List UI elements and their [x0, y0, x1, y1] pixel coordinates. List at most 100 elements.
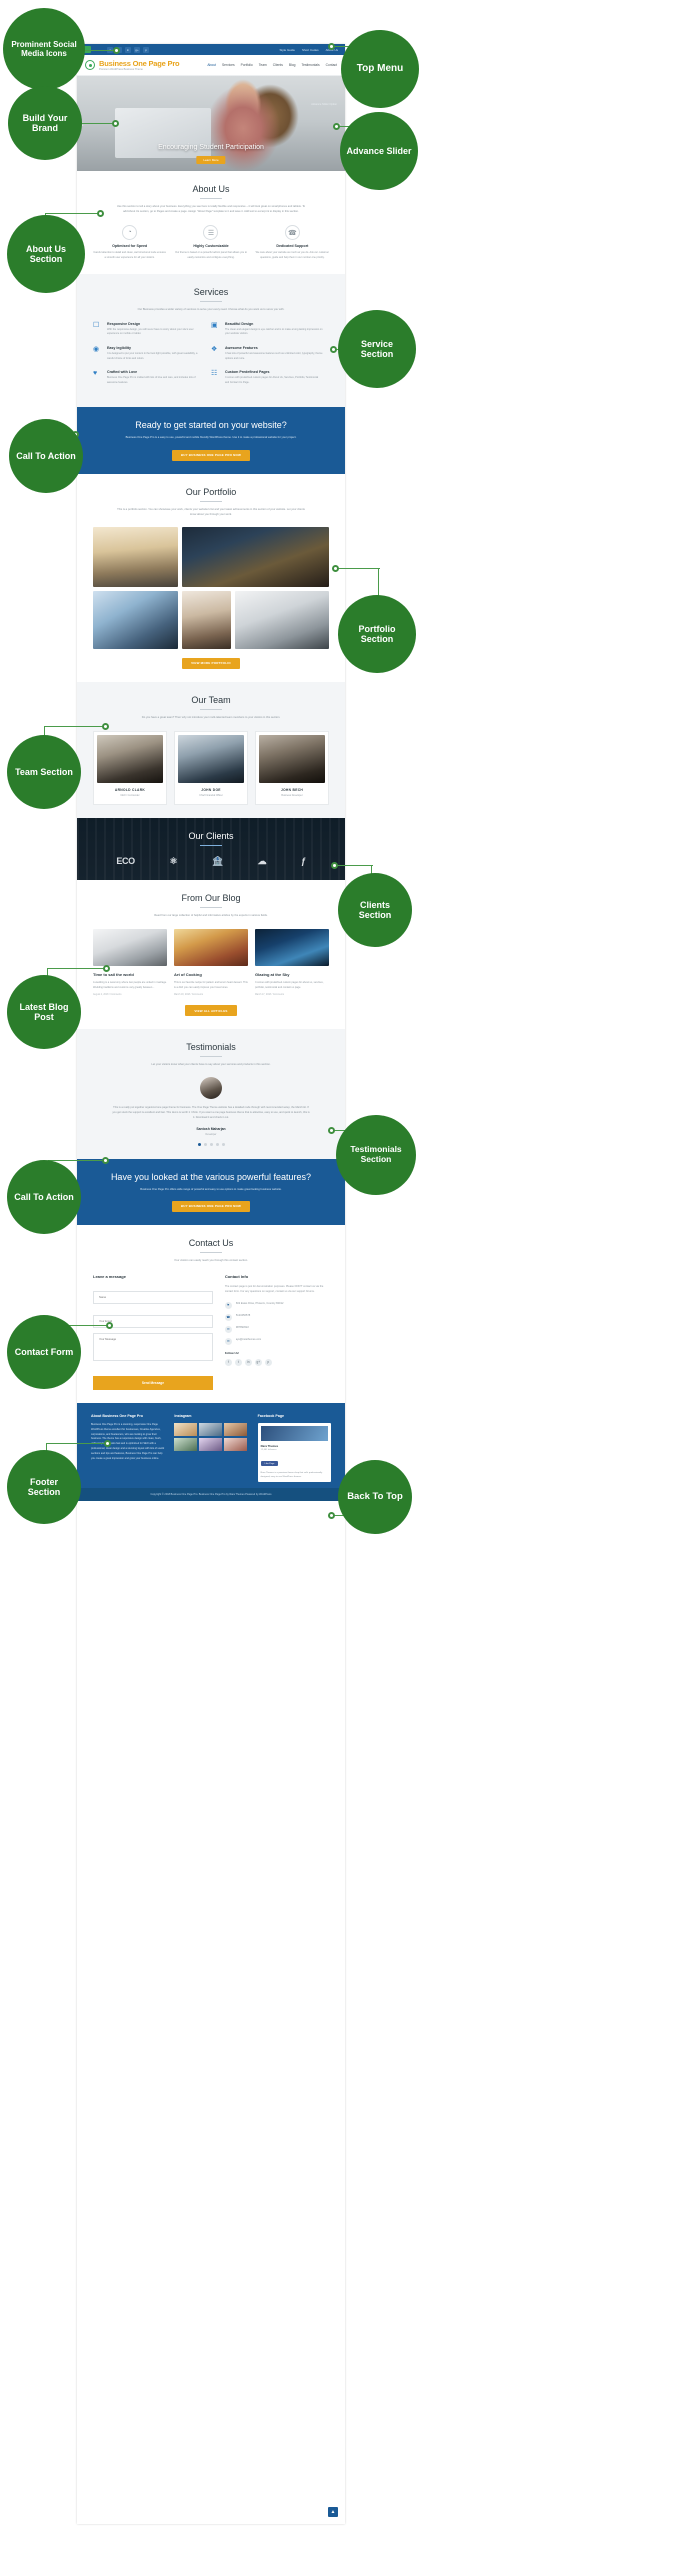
- callout-team: Team Section: [7, 735, 81, 809]
- name-field[interactable]: [93, 1290, 213, 1304]
- contact-info-text: The contact page is just for demonstrati…: [224, 1284, 324, 1293]
- team-member-card[interactable]: JOHN DOE Chief Financial Officer: [174, 730, 248, 805]
- gift-icon: ❖: [211, 345, 218, 353]
- blog-post-title[interactable]: Art of Cooking: [174, 972, 248, 977]
- instagram-thumb[interactable]: [199, 1422, 223, 1436]
- footer-instagram-heading: Instagram: [174, 1413, 192, 1418]
- portfolio-image-office[interactable]: [93, 590, 178, 649]
- blog-title: From Our Blog: [181, 892, 241, 903]
- copyright-bar: Copyright © 2018 Business One Page Pro. …: [77, 1488, 345, 1502]
- send-message-button[interactable]: Send Message: [93, 1375, 213, 1390]
- logo-icon[interactable]: [85, 60, 95, 70]
- portfolio-image-desk[interactable]: [234, 590, 329, 649]
- contact-title: Contact Us: [188, 1237, 234, 1248]
- portfolio-image-mall[interactable]: [93, 526, 178, 587]
- clients-section: Our Clients ECO ⚛ 🏦 ☁ ƒ: [77, 817, 345, 880]
- testimonial-pagination[interactable]: [93, 1142, 329, 1146]
- facebook-blurb: Rara Themes is a premium theme shop that…: [260, 1471, 323, 1478]
- site-title[interactable]: Business One Page Pro: [99, 59, 180, 68]
- top-link-style-guide[interactable]: Style Guide: [279, 48, 295, 52]
- team-grid: ARNOLD CLARK CEO / Co-founder JOHN DOE C…: [93, 730, 329, 805]
- client-logo-bank[interactable]: 🏦: [212, 856, 223, 867]
- menu-item-services[interactable]: Services: [222, 63, 235, 67]
- cta2-button[interactable]: BUY BUSINESS ONE PAGE PRO NOW: [171, 1200, 251, 1212]
- client-logo-f[interactable]: ƒ: [301, 856, 306, 866]
- menu-item-team[interactable]: Team: [259, 63, 267, 67]
- portfolio-image-city[interactable]: [181, 526, 329, 587]
- linkedin-icon[interactable]: in: [125, 46, 131, 53]
- blog-post-card[interactable]: Art of Cooking This is our favorite reci…: [174, 929, 248, 996]
- instagram-thumb[interactable]: [174, 1422, 198, 1436]
- slider-tagline: Advance Slider Option: [311, 103, 337, 106]
- blog-post-card[interactable]: Glazing at the Sky It comes with predefi…: [255, 929, 329, 996]
- testimonials-section: Testimonials Let your visitors know what…: [77, 1029, 345, 1159]
- team-member-card[interactable]: JOHN BECH Business Developer: [255, 730, 329, 805]
- portfolio-divider: [200, 500, 222, 502]
- pagination-dot[interactable]: [203, 1142, 207, 1146]
- site-branding[interactable]: Business One Page Pro Premium WordPress …: [99, 59, 180, 71]
- website-preview: f t in g+ p Style Guide Short Codes Abou…: [77, 44, 345, 2524]
- googleplus-icon[interactable]: g+: [134, 46, 140, 53]
- menu-item-blog[interactable]: Blog: [289, 63, 296, 67]
- service-item: ☷ Custom Predefined Pages It comes with …: [211, 370, 329, 394]
- portfolio-image-books[interactable]: [181, 590, 231, 649]
- instagram-thumb[interactable]: [224, 1437, 248, 1451]
- clients-logos: ECO ⚛ 🏦 ☁ ƒ: [93, 856, 329, 867]
- menu-item-about[interactable]: About: [207, 63, 216, 67]
- service-text: The clean and elegant design is eye catc…: [225, 327, 323, 336]
- slider-learn-more-button[interactable]: Learn More: [196, 156, 226, 164]
- instagram-thumb[interactable]: [174, 1437, 198, 1451]
- client-logo-eco[interactable]: ECO: [116, 856, 135, 866]
- cta1-text: Business One Page Pro is a easy to use, …: [125, 436, 297, 440]
- cta1-button[interactable]: BUY BUSINESS ONE PAGE PRO NOW: [171, 449, 251, 461]
- pinterest-icon[interactable]: p: [143, 46, 149, 53]
- team-member-photo: [259, 734, 325, 783]
- linkedin-icon[interactable]: in: [244, 1358, 252, 1366]
- menu-item-portfolio[interactable]: Portfolio: [241, 63, 253, 67]
- cta-section-1: Ready to get started on your website? Bu…: [77, 407, 345, 474]
- client-logo-soundcloud[interactable]: ☁: [258, 856, 267, 867]
- callout-testimonials: Testimonials Section: [336, 1115, 416, 1195]
- pagination-dot[interactable]: [215, 1142, 219, 1146]
- googleplus-icon[interactable]: g+: [254, 1358, 262, 1366]
- instagram-grid[interactable]: [174, 1422, 248, 1451]
- callout-social: Prominent Social Media Icons: [3, 8, 85, 90]
- pinterest-icon[interactable]: p: [264, 1358, 272, 1366]
- service-title: Crafted with Love: [107, 370, 138, 375]
- testimonial-author: Santosh Maharjan: [196, 1126, 226, 1131]
- footer-columns: About Business One Page Pro Business One…: [91, 1413, 331, 1483]
- contact-columns: Leave a message Send Message Contact Inf…: [93, 1274, 329, 1390]
- pagination-dot[interactable]: [221, 1142, 225, 1146]
- primary-menu[interactable]: About Services Portfolio Team Clients Bl…: [207, 63, 337, 67]
- callout-footer: Footer Section: [7, 1450, 81, 1524]
- about-feature-text: We care about your website as much as yo…: [255, 251, 329, 259]
- blog-post-excerpt: This is our favorite recipe for pattern …: [174, 981, 248, 989]
- portfolio-title: Our Portfolio: [185, 486, 237, 497]
- instagram-thumb[interactable]: [199, 1437, 223, 1451]
- portfolio-view-more-button[interactable]: VIEW MORE PORTFOLIO: [182, 657, 240, 669]
- menu-item-contact[interactable]: Contact: [326, 63, 337, 67]
- facebook-page-card[interactable]: Rara Themes 12,461 followers Like Page R…: [257, 1422, 331, 1483]
- twitter-icon[interactable]: t: [234, 1358, 242, 1366]
- pagination-dot[interactable]: [197, 1142, 201, 1146]
- top-link-short-codes[interactable]: Short Codes: [302, 48, 319, 52]
- facebook-icon[interactable]: f: [224, 1358, 232, 1366]
- callout-about: About Us Section: [7, 215, 85, 293]
- portfolio-grid: [93, 526, 329, 649]
- contact-divider: [200, 1251, 222, 1253]
- back-to-top-button[interactable]: ▲: [328, 2507, 338, 2517]
- client-logo-react[interactable]: ⚛: [170, 856, 178, 867]
- contact-email[interactable]: ays@rarathemes.com: [236, 1338, 261, 1343]
- blog-view-all-button[interactable]: VIEW ALL ARTICLES: [185, 1005, 237, 1017]
- contact-intro: Your visitors can easily reach you throu…: [174, 1258, 248, 1262]
- contact-social-icons[interactable]: f t in g+ p: [224, 1358, 329, 1366]
- team-member-name: JOHN BECH: [280, 787, 304, 792]
- facebook-like-button[interactable]: Like Page: [260, 1461, 279, 1467]
- clients-title: Our Clients: [188, 830, 234, 841]
- instagram-thumb[interactable]: [224, 1422, 248, 1436]
- menu-item-clients[interactable]: Clients: [273, 63, 283, 67]
- menu-item-testimonials[interactable]: Testimonials: [301, 63, 319, 67]
- pagination-dot[interactable]: [209, 1142, 213, 1146]
- blog-post-title[interactable]: Glazing at the Sky: [255, 972, 329, 977]
- footer-facebook-column: Facebook Page Rara Themes 12,461 followe…: [257, 1414, 331, 1483]
